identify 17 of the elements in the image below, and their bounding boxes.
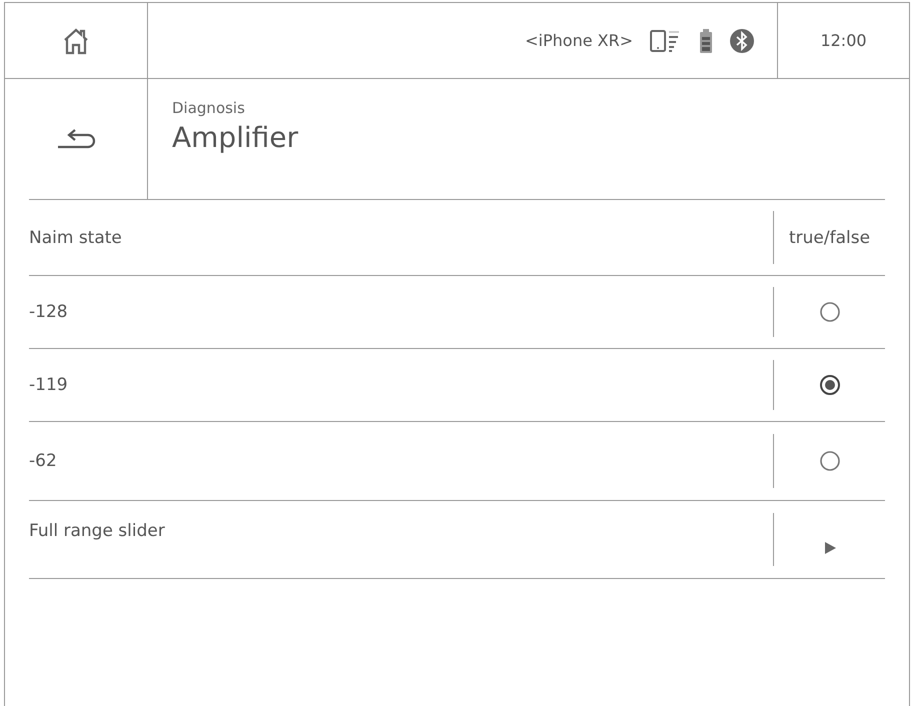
option-label: -119: [29, 375, 69, 395]
radio-button[interactable]: [818, 300, 840, 323]
radio-button[interactable]: [818, 450, 840, 472]
column-header: true/false: [788, 228, 870, 248]
option-label: -128: [29, 302, 69, 322]
device-name: <iPhone XR>: [525, 31, 633, 50]
clock-time: 12:00: [820, 31, 867, 50]
radio-button[interactable]: [818, 374, 840, 396]
bluetooth-icon: [729, 28, 755, 54]
page-title: Amplifier: [172, 121, 298, 154]
option-label: -62: [29, 451, 58, 471]
play-arrow-icon[interactable]: [822, 541, 836, 556]
battery-icon: [699, 28, 713, 54]
back-arrow-icon: [56, 128, 96, 150]
menu-item-label: Full range slider: [29, 520, 166, 541]
column-header: Naim state: [29, 228, 123, 248]
section-label: Diagnosis: [172, 99, 246, 117]
